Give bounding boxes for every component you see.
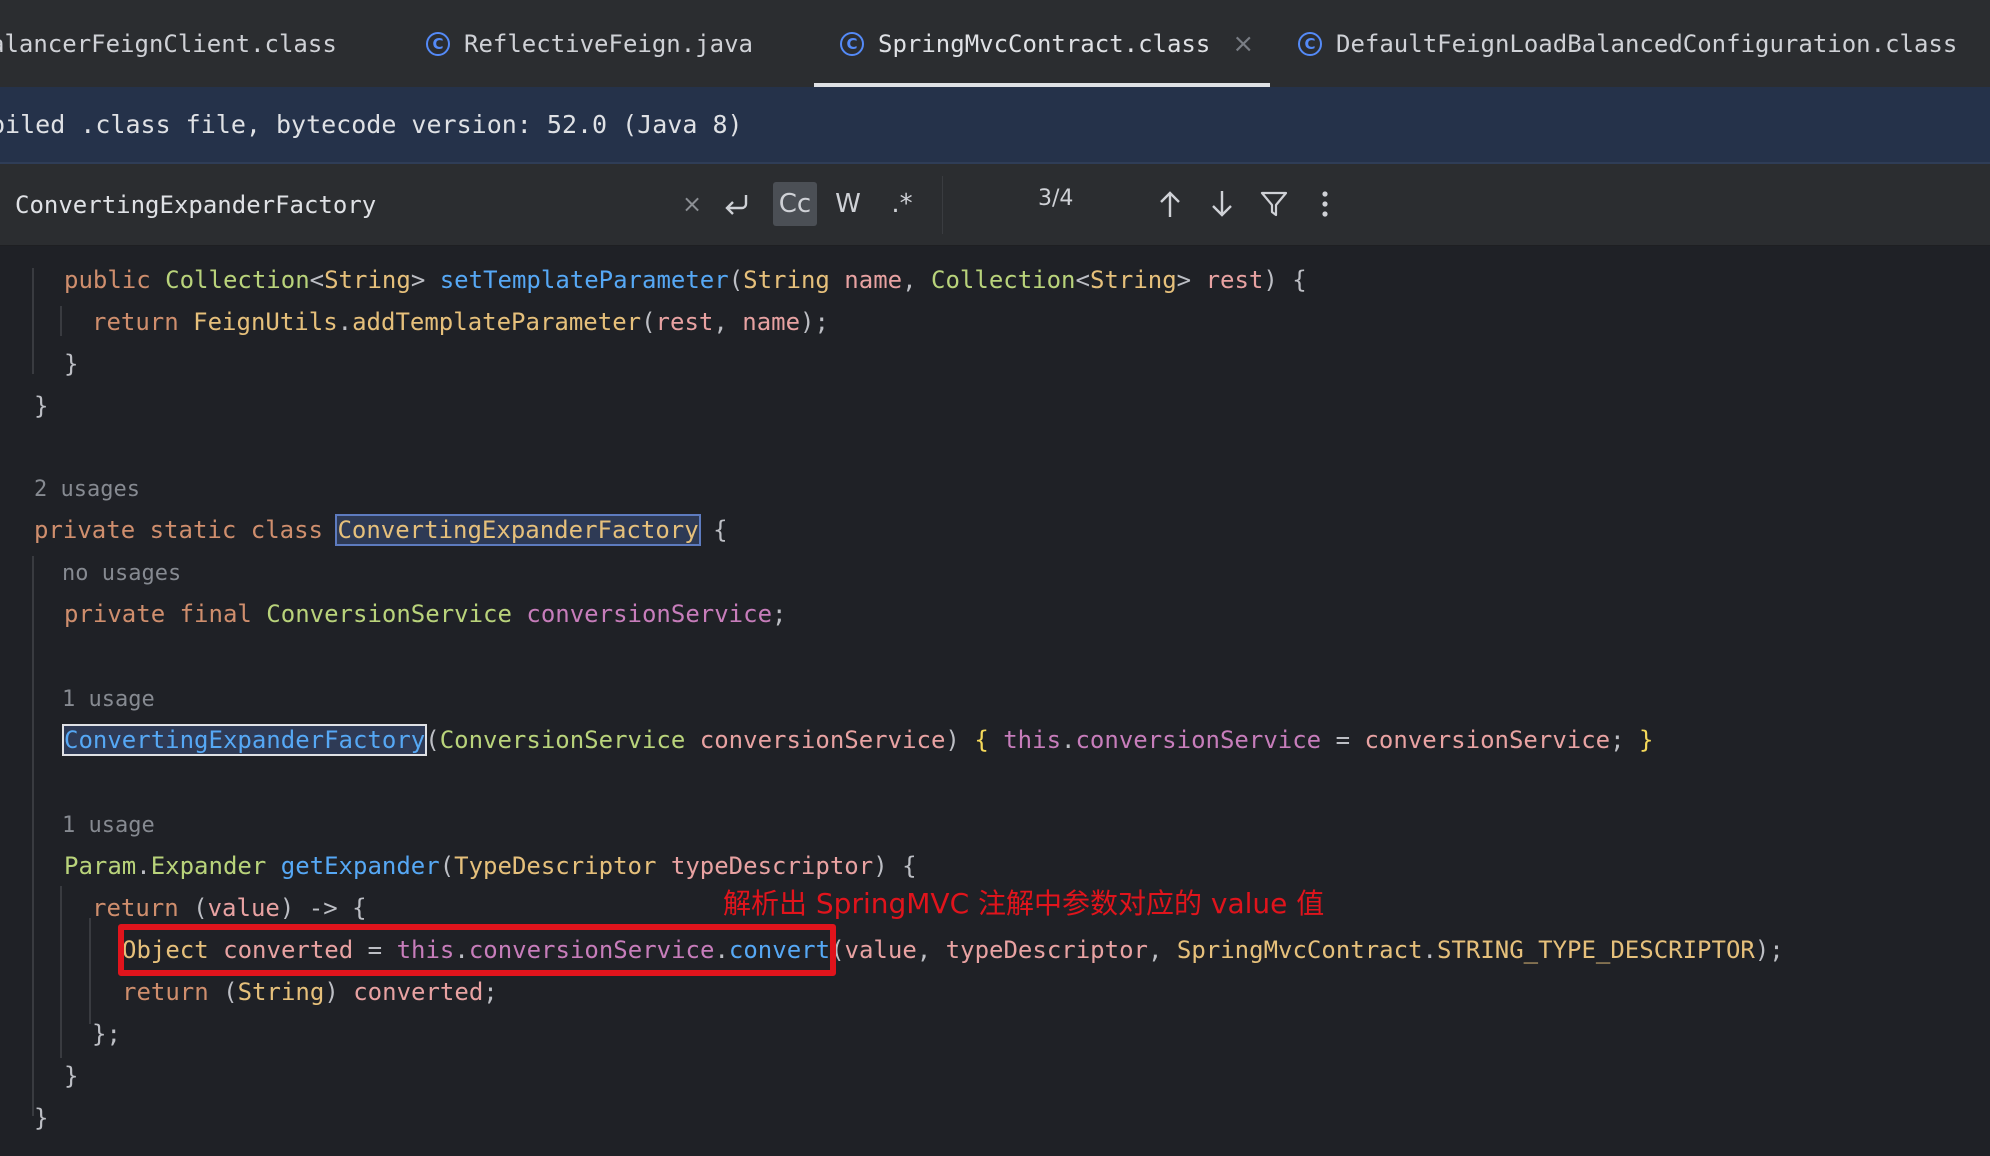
match-case-toggle[interactable]: Cc bbox=[773, 182, 817, 226]
notice-text: piled .class file, bytecode version: 52.… bbox=[0, 110, 743, 139]
arrow-down-icon[interactable] bbox=[1202, 182, 1242, 226]
decompiled-notice-bar: piled .class file, bytecode version: 52.… bbox=[0, 87, 1990, 164]
filter-icon[interactable] bbox=[1252, 182, 1296, 226]
regex-toggle[interactable]: .* bbox=[882, 182, 922, 226]
new-line-icon[interactable] bbox=[720, 184, 754, 224]
clear-icon[interactable]: × bbox=[678, 184, 706, 224]
code-line: private final ConversionService conversi… bbox=[64, 600, 787, 628]
code-line: private static class ConvertingExpanderF… bbox=[34, 514, 728, 546]
code-line: } bbox=[34, 1104, 49, 1132]
more-options-icon[interactable] bbox=[1308, 182, 1342, 226]
tab-label: SpringMvcContract.class bbox=[878, 29, 1211, 58]
code-editor[interactable]: public Collection<String> setTemplatePar… bbox=[0, 246, 1990, 1156]
indent-guide bbox=[60, 306, 62, 336]
indent-guide bbox=[89, 918, 91, 1024]
code-line: return FeignUtils.addTemplateParameter(r… bbox=[92, 308, 829, 336]
annotation-text: 解析出 SpringMVC 注解中参数对应的 value 值 bbox=[723, 887, 1325, 920]
usages-hint[interactable]: no usages bbox=[62, 558, 181, 590]
indent-guide bbox=[32, 268, 34, 374]
code-line: }; bbox=[92, 1020, 121, 1048]
tab-label: ReflectiveFeign.java bbox=[464, 29, 753, 58]
arrow-up-icon[interactable] bbox=[1150, 182, 1190, 226]
code-line: return (value) -> { bbox=[92, 894, 367, 922]
highlight-box bbox=[118, 924, 836, 976]
match-count: 3/4 bbox=[1038, 186, 1074, 211]
indent-guide bbox=[32, 556, 34, 1116]
code-line: } bbox=[34, 392, 49, 420]
code-line: public Collection<String> setTemplatePar… bbox=[64, 266, 1307, 294]
words-toggle[interactable]: W bbox=[828, 182, 868, 226]
usages-hint[interactable]: 1 usage bbox=[62, 810, 155, 842]
indent-guide bbox=[60, 886, 62, 1058]
tab-label: alancerFeignClient.class bbox=[0, 29, 337, 58]
code-line: } bbox=[64, 1062, 79, 1090]
search-input[interactable] bbox=[15, 186, 665, 224]
tab-reflective-feign[interactable]: C ReflectiveFeign.java bbox=[426, 0, 753, 87]
tab-default-feign-load-balanced-configuration[interactable]: C DefaultFeignLoadBalancedConfiguration.… bbox=[1298, 0, 1957, 87]
class-icon: C bbox=[426, 31, 450, 56]
divider bbox=[942, 176, 943, 234]
usages-hint[interactable]: 2 usages bbox=[34, 474, 140, 506]
code-line: return (String) converted; bbox=[122, 978, 498, 1006]
code-line: Param.Expander getExpander(TypeDescripto… bbox=[64, 852, 917, 880]
code-line: } bbox=[64, 350, 79, 378]
usages-hint[interactable]: 1 usage bbox=[62, 684, 155, 716]
tab-balancer-feign-client[interactable]: alancerFeignClient.class bbox=[0, 0, 337, 87]
tab-spring-mvc-contract[interactable]: C SpringMvcContract.class × bbox=[814, 0, 1270, 87]
class-icon: C bbox=[840, 31, 864, 56]
find-bar: × Cc W .* 3/4 bbox=[0, 164, 1990, 246]
tab-label: DefaultFeignLoadBalancedConfiguration.cl… bbox=[1336, 29, 1958, 58]
class-icon: C bbox=[1298, 31, 1322, 56]
close-icon[interactable]: × bbox=[1232, 29, 1254, 59]
editor-tab-bar: alancerFeignClient.class C ReflectiveFei… bbox=[0, 0, 1990, 88]
code-line: ConvertingExpanderFactory(ConversionServ… bbox=[61, 724, 1654, 756]
